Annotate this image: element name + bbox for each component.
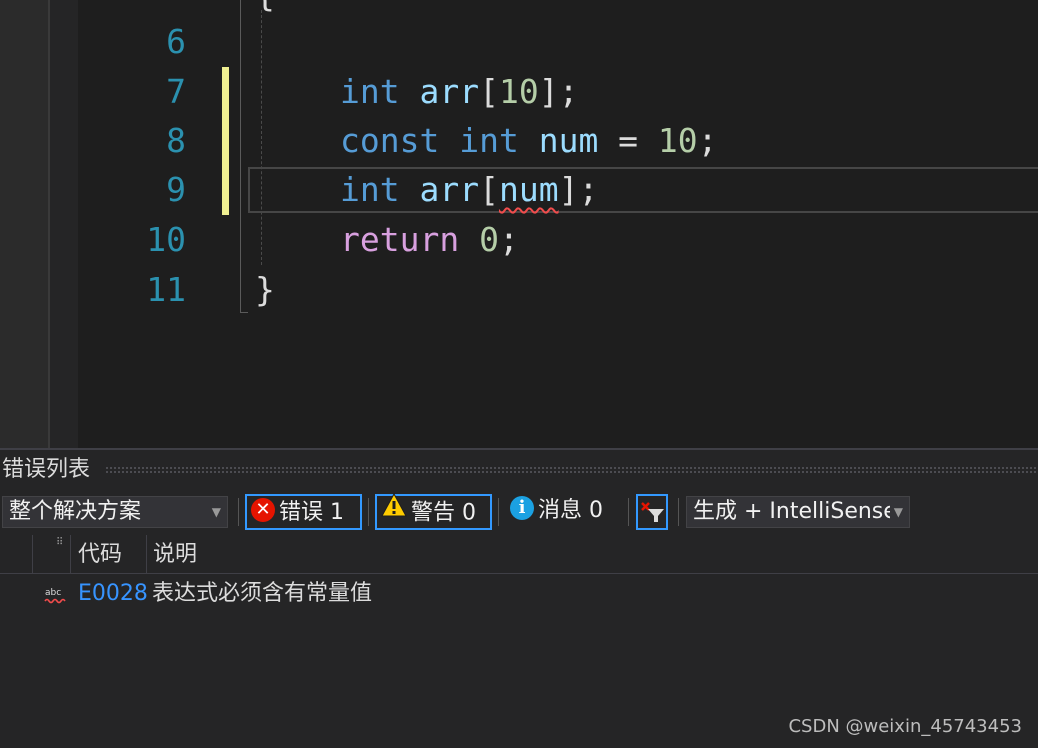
error-description: 表达式必须含有常量值	[152, 581, 373, 606]
warnings-filter-label: 警告 0	[411, 500, 476, 526]
editor-left-margin	[0, 0, 48, 448]
code-line[interactable]: const int num = 10;	[340, 116, 718, 166]
error-icon: ✕	[251, 498, 275, 522]
column-separator[interactable]	[70, 535, 71, 573]
line-number: 8	[166, 121, 186, 160]
keyword-token: int	[340, 170, 400, 209]
warnings-filter-button[interactable]: 警告 0	[375, 492, 492, 530]
toolbar-separator	[678, 498, 679, 526]
messages-filter-label: 消息 0	[538, 498, 603, 523]
toolbar-separator	[368, 498, 369, 526]
spelling-error-icon: abc	[44, 586, 66, 604]
column-header-description[interactable]: 说明	[153, 535, 197, 575]
changed-lines-marker	[222, 67, 229, 215]
outline-collapse-foot	[240, 312, 248, 313]
column-separator[interactable]	[32, 535, 33, 573]
glyph-margin	[50, 0, 78, 448]
code-line[interactable]: int arr[10];	[340, 67, 578, 117]
chevron-down-icon: ▼	[211, 505, 221, 519]
scope-dropdown[interactable]: 整个解决方案 ▼	[2, 496, 228, 528]
number-token: 10	[657, 121, 698, 160]
keyword-token: int	[340, 72, 400, 111]
identifier-token: arr	[419, 170, 480, 209]
number-token: 10	[498, 72, 539, 111]
control-keyword-token: return	[340, 220, 460, 259]
punctuation-token	[400, 72, 420, 111]
error-list-header: ⠿ 代码 说明	[0, 535, 1038, 574]
keyword-token: int	[459, 121, 519, 160]
number-token: 0	[479, 220, 499, 259]
keyword-token: const	[340, 121, 440, 160]
toolbar-separator	[628, 498, 629, 526]
toolbar-separator	[498, 498, 499, 526]
errors-filter-button[interactable]: ✕ 错误 1	[245, 494, 362, 530]
punctuation-token: ;	[697, 121, 718, 160]
punctuation-token: =	[598, 121, 658, 160]
open-brace: {	[255, 0, 275, 20]
watermark-text: CSDN @weixin_45743453	[788, 716, 1022, 737]
source-dropdown[interactable]: 生成 + IntelliSense ▼	[686, 496, 910, 528]
code-line[interactable]: int arr[num];	[340, 165, 598, 215]
line-number: 10	[146, 220, 186, 259]
punctuation-token: ];	[538, 72, 579, 111]
scope-dropdown-value: 整个解决方案	[9, 499, 142, 524]
messages-filter-button[interactable]: i 消息 0	[508, 494, 620, 530]
error-row[interactable]: abc E0028 表达式必须含有常量值	[0, 574, 1038, 614]
outline-collapse-line	[240, 0, 242, 313]
punctuation-token	[459, 220, 479, 259]
line-number: 11	[146, 270, 186, 309]
column-separator[interactable]	[146, 535, 147, 573]
clear-filter-button[interactable]	[636, 494, 668, 530]
error-list-toolbar: 整个解决方案 ▼ ✕ 错误 1 警告 0 i 消息 0 生成 + IntelliSe…	[0, 490, 1038, 534]
warning-icon	[381, 492, 407, 528]
line-number: 6	[166, 22, 186, 61]
punctuation-token: [	[479, 72, 499, 111]
error-code-link[interactable]: E0028	[78, 574, 148, 614]
line-number: 9	[166, 170, 186, 209]
errors-filter-label: 错误 1	[279, 500, 344, 525]
source-dropdown-value: 生成 + IntelliSense	[693, 499, 897, 524]
chevron-down-icon: ▼	[889, 497, 903, 527]
error-squiggle-token[interactable]: num	[499, 170, 559, 209]
punctuation-token: [	[479, 170, 499, 209]
close-brace: }	[255, 270, 275, 309]
line-number: 7	[166, 72, 186, 111]
code-editor[interactable]: { 6 7 8 9 10 11 int arr[10]; const int n…	[0, 0, 1038, 448]
toolbar-separator	[238, 498, 239, 526]
panel-splitter[interactable]	[0, 448, 1038, 450]
punctuation-token	[439, 121, 459, 160]
panel-drag-grip[interactable]	[105, 466, 1038, 474]
punctuation-token	[519, 121, 539, 160]
column-header-code[interactable]: 代码	[78, 535, 122, 575]
punctuation-token: ];	[558, 170, 599, 209]
svg-text:abc: abc	[45, 588, 61, 598]
identifier-token: num	[538, 121, 599, 160]
panel-title[interactable]: 错误列表	[0, 452, 90, 488]
identifier-token: arr	[419, 72, 480, 111]
code-line[interactable]: return 0;	[340, 215, 519, 265]
info-icon: i	[510, 496, 534, 520]
punctuation-token: ;	[498, 220, 519, 259]
sort-grip-icon: ⠿	[56, 537, 64, 548]
indent-guide	[261, 10, 262, 265]
